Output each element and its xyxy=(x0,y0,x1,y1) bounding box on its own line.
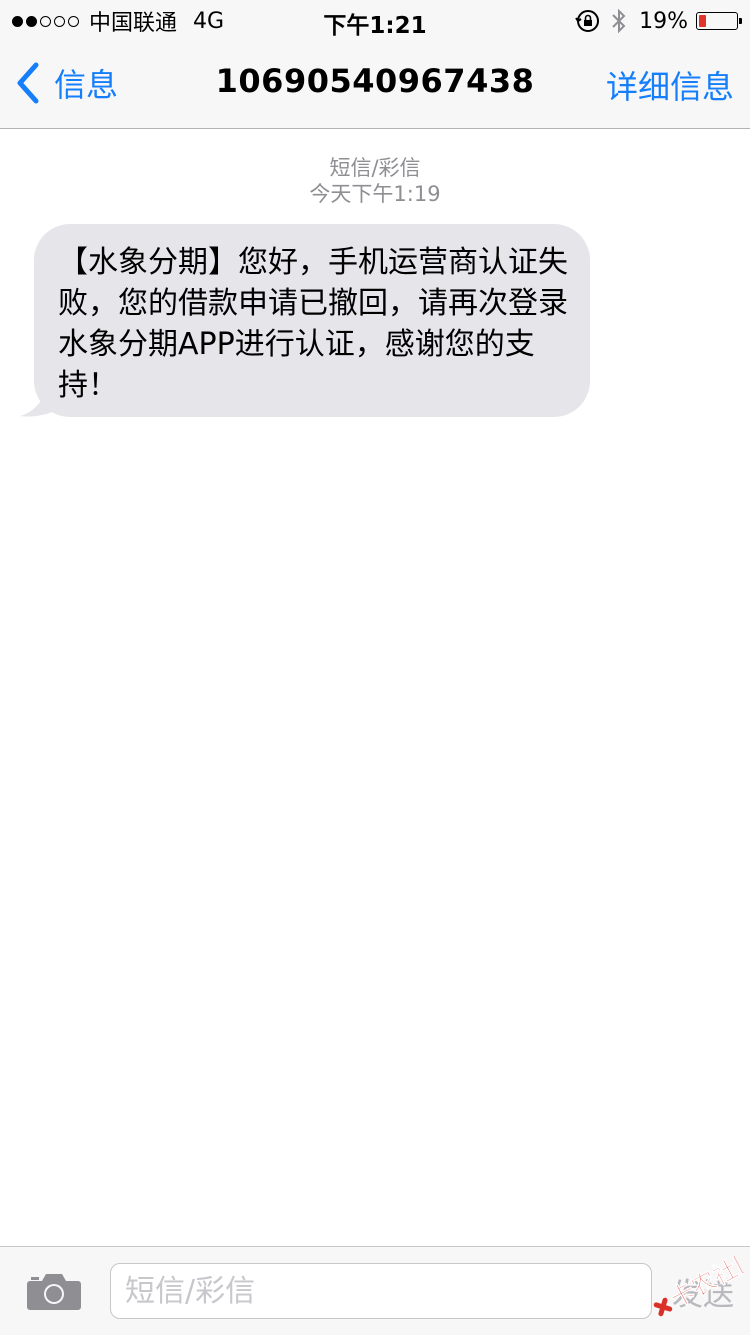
battery-percent: 19% xyxy=(639,8,688,34)
message-timestamp: 今天下午1:19 xyxy=(309,182,441,206)
status-bar-right: 19% xyxy=(575,6,742,36)
navigation-bar: 信息 10690540967438 详细信息 xyxy=(0,40,750,129)
message-bubble-incoming[interactable]: 【水象分期】您好，手机运营商认证失败，您的借款申请已撤回，请再次登录水象分期AP… xyxy=(34,224,590,417)
send-button[interactable]: 发送 xyxy=(672,1269,734,1314)
chevron-left-icon xyxy=(17,62,39,104)
battery-level-fill xyxy=(699,15,706,27)
bluetooth-icon xyxy=(612,8,626,34)
back-button-label: 信息 xyxy=(54,66,119,104)
details-button[interactable]: 详细信息 xyxy=(606,62,734,108)
camera-icon[interactable] xyxy=(26,1271,82,1311)
rotation-lock-icon xyxy=(575,10,600,32)
back-button[interactable]: 信息 xyxy=(14,60,118,106)
message-input-bar: 发送 xyxy=(0,1246,750,1335)
message-text-field[interactable] xyxy=(110,1263,652,1319)
battery-icon xyxy=(696,12,742,30)
status-bar: 中国联通 4G 下午1:21 19% xyxy=(0,0,750,40)
